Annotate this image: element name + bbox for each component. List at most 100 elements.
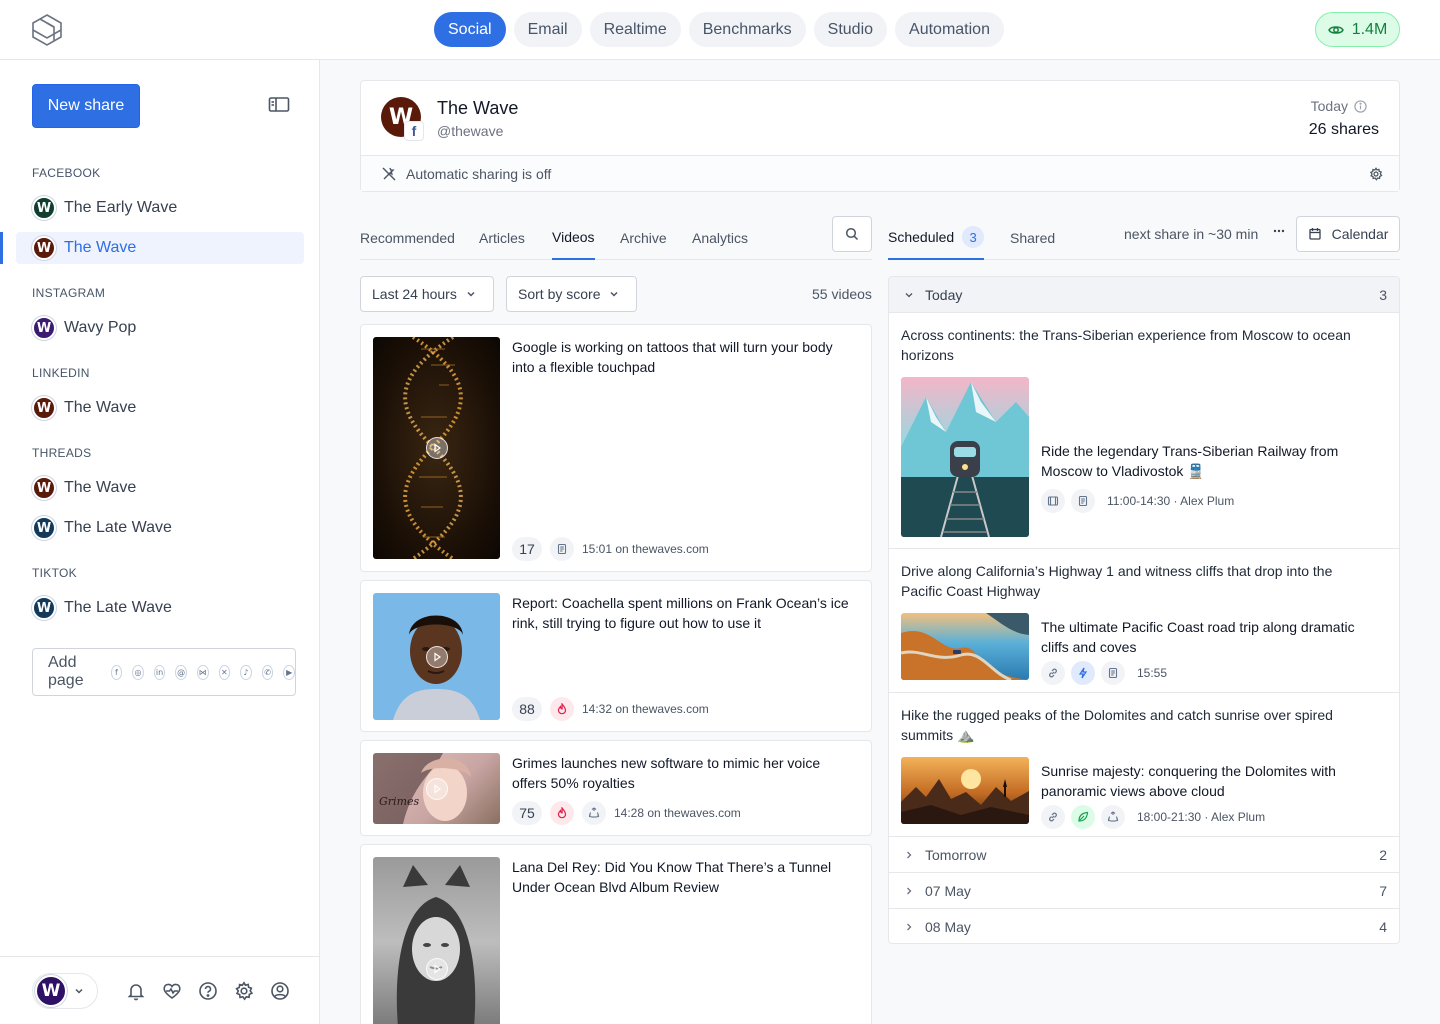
group-header-08-may[interactable]: 08 May 4 xyxy=(889,909,1399,943)
nav-tab-automation[interactable]: Automation xyxy=(895,12,1004,47)
post-title[interactable]: Sunrise majesty: conquering the Dolomite… xyxy=(1041,761,1371,801)
scheduled-count-badge: 3 xyxy=(962,226,985,248)
video-title[interactable]: Report: Coachella spent millions on Fran… xyxy=(512,593,851,633)
tab-archive[interactable]: Archive xyxy=(620,216,667,260)
video-thumbnail[interactable] xyxy=(373,337,500,559)
chevron-down-icon xyxy=(465,288,477,300)
sort-select[interactable]: Sort by score xyxy=(506,276,637,312)
play-icon[interactable] xyxy=(425,645,448,668)
help-icon[interactable] xyxy=(198,981,218,1001)
nav-tab-social[interactable]: Social xyxy=(434,12,506,47)
chevron-right-icon xyxy=(903,885,915,897)
new-share-button[interactable]: New share xyxy=(32,84,140,128)
post-thumbnail xyxy=(901,757,1029,824)
sidebar-item-the-early-wave[interactable]: W The Early Wave xyxy=(16,192,304,224)
scheduled-item[interactable]: Drive along California’s Highway 1 and w… xyxy=(889,549,1399,693)
share-message[interactable]: Hike the rugged peaks of the Dolomites a… xyxy=(901,705,1371,745)
sidebar-item-wavy-pop[interactable]: W Wavy Pop xyxy=(16,312,304,344)
group-header-today[interactable]: Today 3 xyxy=(889,277,1399,313)
views-count: 1.4M xyxy=(1351,20,1388,38)
views-badge[interactable]: 1.4M xyxy=(1315,12,1400,47)
post-thumbnail xyxy=(901,613,1029,680)
video-card[interactable]: Grimes Grimes launches new software to m… xyxy=(360,740,872,836)
nav-tab-benchmarks[interactable]: Benchmarks xyxy=(688,12,806,47)
video-thumbnail[interactable]: Grimes xyxy=(373,753,500,824)
nav-tab-studio[interactable]: Studio xyxy=(813,12,888,47)
main-content: W f The Wave @thewave Today 26 shares Au… xyxy=(320,60,1440,1024)
group-count: 4 xyxy=(1379,919,1387,935)
film-icon xyxy=(1041,489,1065,513)
group-header-07-may[interactable]: 07 May 7 xyxy=(889,873,1399,909)
play-icon[interactable] xyxy=(425,777,448,800)
add-page-button[interactable]: Add page f ◎ in @ ⋈ ✕ ♪ ✆ ▶ xyxy=(32,648,296,696)
calendar-icon xyxy=(1308,227,1322,241)
video-source: 15:01 on thewaves.com xyxy=(582,542,709,556)
sidebar-item-the-wave-linkedin[interactable]: W The Wave xyxy=(16,392,304,424)
chevron-down-icon xyxy=(903,289,915,301)
post-schedule-time: 11:00-14:30 · Alex Plum xyxy=(1107,494,1235,508)
post-title[interactable]: Ride the legendary Trans-Siberian Railwa… xyxy=(1041,441,1371,481)
group-header-tomorrow[interactable]: Tomorrow 2 xyxy=(889,837,1399,873)
video-card[interactable]: Lana Del Rey: Did You Know That There’s … xyxy=(360,844,872,1024)
sidebar-item-the-late-wave-threads[interactable]: W The Late Wave xyxy=(16,512,304,544)
more-options-icon[interactable] xyxy=(1272,224,1286,238)
time-filter-select[interactable]: Last 24 hours xyxy=(360,276,494,312)
app-logo-icon[interactable] xyxy=(30,13,64,47)
page-avatar: W xyxy=(32,316,56,340)
workspace-switcher[interactable]: W xyxy=(32,973,98,1009)
trending-flame-icon xyxy=(550,801,574,825)
heart-pulse-icon[interactable] xyxy=(162,981,182,1001)
search-button[interactable] xyxy=(832,216,872,252)
video-card[interactable]: Report: Coachella spent millions on Fran… xyxy=(360,580,872,732)
tab-analytics[interactable]: Analytics xyxy=(692,216,748,260)
user-circle-icon[interactable] xyxy=(270,981,290,1001)
group-label: Today xyxy=(925,286,963,303)
share-message[interactable]: Drive along California’s Highway 1 and w… xyxy=(901,561,1371,601)
sidebar-item-the-wave-threads[interactable]: W The Wave xyxy=(16,472,304,504)
scheduled-item[interactable]: Across continents: the Trans-Siberian ex… xyxy=(889,313,1399,549)
bell-icon[interactable] xyxy=(126,981,146,1001)
leaf-icon xyxy=(1071,805,1095,829)
sidebar-item-the-late-wave-tiktok[interactable]: W The Late Wave xyxy=(16,592,304,624)
video-thumbnail[interactable] xyxy=(373,857,500,1024)
content-tabs: Recommended Articles Videos Archive Anal… xyxy=(360,216,872,260)
nav-tab-email[interactable]: Email xyxy=(513,12,582,47)
play-icon[interactable] xyxy=(425,437,448,459)
eye-icon xyxy=(1327,22,1344,38)
post-title[interactable]: The ultimate Pacific Coast road trip alo… xyxy=(1041,617,1371,657)
post-meta: 15:55 xyxy=(1041,661,1167,685)
sidebar-item-label: The Wave xyxy=(64,399,137,416)
info-icon[interactable] xyxy=(1354,99,1367,113)
nav-tab-realtime[interactable]: Realtime xyxy=(589,12,681,47)
play-icon[interactable] xyxy=(425,958,448,981)
group-count: 7 xyxy=(1379,882,1387,899)
next-share-text: next share in ~30 min xyxy=(1124,226,1259,242)
tab-articles[interactable]: Articles xyxy=(479,216,525,260)
calendar-button[interactable]: Calendar xyxy=(1296,216,1400,252)
tab-shared[interactable]: Shared xyxy=(1010,216,1055,260)
video-title[interactable]: Google is working on tattoos that will t… xyxy=(512,337,851,377)
top-bar: Social Email Realtime Benchmarks Studio … xyxy=(0,0,1440,60)
gear-icon[interactable] xyxy=(1369,167,1383,181)
trending-flame-icon xyxy=(550,697,574,721)
share-message[interactable]: Across continents: the Trans-Siberian ex… xyxy=(901,325,1371,365)
video-title[interactable]: Grimes launches new software to mimic he… xyxy=(512,753,851,793)
automatic-sharing-bar[interactable]: Automatic sharing is off xyxy=(361,155,1399,191)
video-card[interactable]: Google is working on tattoos that will t… xyxy=(360,324,872,572)
group-count: 2 xyxy=(1379,846,1387,863)
video-thumbnail[interactable] xyxy=(373,593,500,720)
group-label: 07 May xyxy=(925,882,971,899)
schedule-tabs: Scheduled 3 Shared next share in ~30 min… xyxy=(888,216,1400,260)
post-meta: 11:00-14:30 · Alex Plum xyxy=(1041,489,1234,513)
section-label-threads: THREADS xyxy=(32,446,92,460)
scheduled-item[interactable]: Hike the rugged peaks of the Dolomites a… xyxy=(889,693,1399,837)
gear-icon[interactable] xyxy=(234,981,254,1001)
workspace-avatar: W xyxy=(35,975,67,1007)
sidebar-toggle-icon[interactable] xyxy=(268,96,292,116)
tab-videos[interactable]: Videos xyxy=(552,216,595,260)
auto-sharing-off-icon xyxy=(381,166,397,182)
video-title[interactable]: Lana Del Rey: Did You Know That There’s … xyxy=(512,857,851,897)
tab-scheduled[interactable]: Scheduled 3 xyxy=(888,216,985,260)
sidebar-item-the-wave-facebook[interactable]: W The Wave xyxy=(0,232,304,264)
tab-recommended[interactable]: Recommended xyxy=(360,216,455,260)
